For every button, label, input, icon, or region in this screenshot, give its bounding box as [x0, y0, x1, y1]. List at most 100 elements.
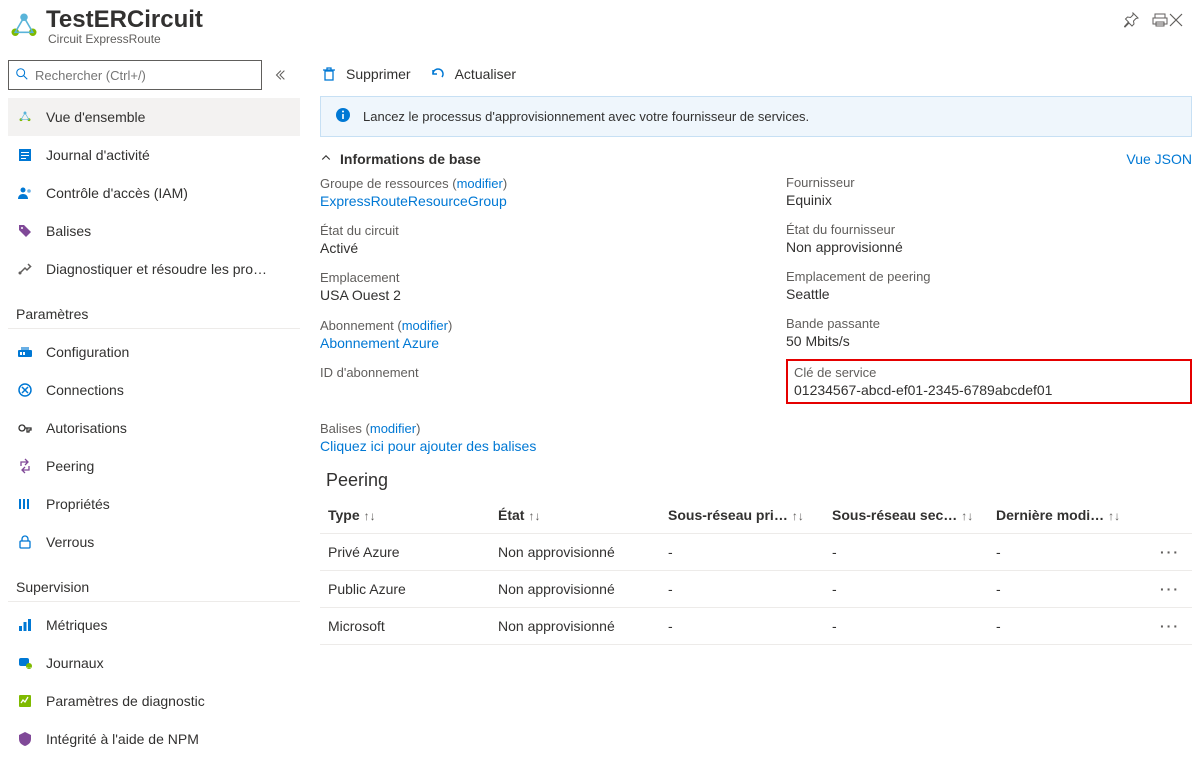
col-type[interactable]: Type↑↓: [320, 497, 490, 534]
sort-icon: ↑↓: [1108, 509, 1120, 523]
sidebar-item-activity-log[interactable]: Journal d'activité: [8, 136, 300, 174]
tags-add-link[interactable]: Cliquez ici pour ajouter des balises: [320, 438, 536, 454]
chevron-up-icon: [320, 151, 332, 167]
info-icon: [335, 107, 351, 126]
sub-label: Abonnement (modifier): [320, 318, 452, 333]
sidebar-item-iam[interactable]: Contrôle d'accès (IAM): [8, 174, 300, 212]
search-box[interactable]: [8, 60, 262, 90]
sidebar-item-npm[interactable]: Intégrité à l'aide de NPM: [8, 720, 300, 758]
rg-value-link[interactable]: ExpressRouteResourceGroup: [320, 193, 507, 209]
metrics-icon: [16, 616, 34, 634]
col-lastmod[interactable]: Dernière modi…↑↓: [988, 497, 1152, 534]
search-input[interactable]: [35, 68, 255, 83]
search-icon: [15, 67, 29, 84]
print-icon[interactable]: [1152, 12, 1168, 31]
sidebar-item-label: Contrôle d'accès (IAM): [46, 185, 188, 201]
row-actions-button[interactable]: ···: [1152, 571, 1192, 608]
key-label: Clé de service: [794, 365, 1184, 380]
sidebar-item-label: Peering: [46, 458, 94, 474]
sort-icon: ↑↓: [792, 509, 804, 523]
activity-log-icon: [16, 146, 34, 164]
essentials-title: Informations de base: [340, 151, 1126, 167]
delete-button[interactable]: Supprimer: [320, 65, 411, 83]
sidebar-item-peering[interactable]: Peering: [8, 447, 300, 485]
peering-title: Peering: [326, 470, 1192, 491]
location-value: USA Ouest 2: [320, 287, 726, 303]
sort-icon: ↑↓: [528, 509, 540, 523]
sidebar-item-label: Configuration: [46, 344, 129, 360]
state-label: État du circuit: [320, 223, 726, 238]
sidebar-item-label: Connections: [46, 382, 124, 398]
diagnostic-settings-icon: [16, 692, 34, 710]
logs-icon: …: [16, 654, 34, 672]
table-row[interactable]: Privé AzureNon approvisionné---···: [320, 534, 1192, 571]
table-row[interactable]: Public AzureNon approvisionné---···: [320, 571, 1192, 608]
sidebar-item-label: Vue d'ensemble: [46, 109, 145, 125]
col-state[interactable]: État↑↓: [490, 497, 660, 534]
sidebar-section-monitoring: Supervision: [8, 561, 300, 602]
page-subtitle: Circuit ExpressRoute: [48, 32, 1112, 46]
sidebar-item-metrics[interactable]: Métriques: [8, 606, 300, 644]
sub-modify-link[interactable]: modifier: [402, 318, 448, 333]
iam-icon: [16, 184, 34, 202]
peerloc-value: Seattle: [786, 286, 1192, 302]
info-banner: Lancez le processus d'approvisionnement …: [320, 96, 1192, 137]
bw-value: 50 Mbits/s: [786, 333, 1192, 349]
sidebar-section-settings: Paramètres: [8, 288, 300, 329]
lock-icon: [16, 533, 34, 551]
row-actions-button[interactable]: ···: [1152, 608, 1192, 645]
peering-section: Peering Type↑↓ État↑↓ Sous-réseau pri…↑↓…: [320, 470, 1192, 645]
sidebar-item-diagnose[interactable]: Diagnostiquer et résoudre les pro…: [8, 250, 300, 288]
table-row[interactable]: MicrosoftNon approvisionné---···: [320, 608, 1192, 645]
tags-icon: [16, 222, 34, 240]
subid-label: ID d'abonnement: [320, 365, 726, 380]
row-actions-button[interactable]: ···: [1152, 534, 1192, 571]
sidebar-item-connections[interactable]: Connections: [8, 371, 300, 409]
sidebar-item-authorizations[interactable]: Autorisations: [8, 409, 300, 447]
sidebar-item-diagnostic-settings[interactable]: Paramètres de diagnostic: [8, 682, 300, 720]
connections-icon: [16, 381, 34, 399]
sub-value-link[interactable]: Abonnement Azure: [320, 335, 439, 351]
cell-state: Non approvisionné: [490, 534, 660, 571]
page-title: TestERCircuit: [46, 6, 203, 34]
info-banner-text: Lancez le processus d'approvisionnement …: [363, 109, 809, 124]
collapse-sidebar-button[interactable]: [268, 63, 292, 87]
refresh-button[interactable]: Actualiser: [429, 65, 516, 83]
npm-icon: [16, 730, 34, 748]
cell-primary: -: [660, 608, 824, 645]
sidebar-item-label: Diagnostiquer et résoudre les pro…: [46, 261, 267, 277]
sidebar-item-locks[interactable]: Verrous: [8, 523, 300, 561]
essentials-header[interactable]: Informations de base Vue JSON: [320, 151, 1192, 169]
col-secondary[interactable]: Sous-réseau sec…↑↓: [824, 497, 988, 534]
properties-icon: [16, 495, 34, 513]
tags-label: Balises (modifier): [320, 421, 420, 436]
pin-icon[interactable]: [1124, 12, 1140, 31]
tags-modify-link[interactable]: modifier: [370, 421, 416, 436]
sidebar-item-configuration[interactable]: Configuration: [8, 333, 300, 371]
peerloc-label: Emplacement de peering: [786, 269, 1192, 284]
cell-type: Privé Azure: [320, 534, 490, 571]
cell-secondary: -: [824, 534, 988, 571]
refresh-icon: [429, 65, 447, 83]
sidebar-item-label: Intégrité à l'aide de NPM: [46, 731, 199, 747]
provider-value: Equinix: [786, 192, 1192, 208]
sidebar-item-properties[interactable]: Propriétés: [8, 485, 300, 523]
diagnose-icon: [16, 260, 34, 278]
sort-icon: ↑↓: [364, 509, 376, 523]
rg-label: Groupe de ressources (modifier): [320, 176, 507, 191]
sidebar-item-tags[interactable]: Balises: [8, 212, 300, 250]
cell-lastmod: -: [988, 608, 1152, 645]
rg-modify-link[interactable]: modifier: [457, 176, 503, 191]
col-primary[interactable]: Sous-réseau pri…↑↓: [660, 497, 824, 534]
sort-icon: ↑↓: [961, 509, 973, 523]
close-button[interactable]: [1168, 12, 1184, 31]
json-view-link[interactable]: Vue JSON: [1126, 151, 1192, 167]
sidebar-item-logs[interactable]: … Journaux: [8, 644, 300, 682]
cell-state: Non approvisionné: [490, 608, 660, 645]
location-label: Emplacement: [320, 270, 726, 285]
main-content: Supprimer Actualiser Lancez le processus…: [300, 52, 1200, 758]
sidebar: Vue d'ensemble Journal d'activité Contrô…: [0, 52, 300, 758]
provider-label: Fournisseur: [786, 175, 1192, 190]
sidebar-item-overview[interactable]: Vue d'ensemble: [8, 98, 300, 136]
provstate-value: Non approvisionné: [786, 239, 1192, 255]
